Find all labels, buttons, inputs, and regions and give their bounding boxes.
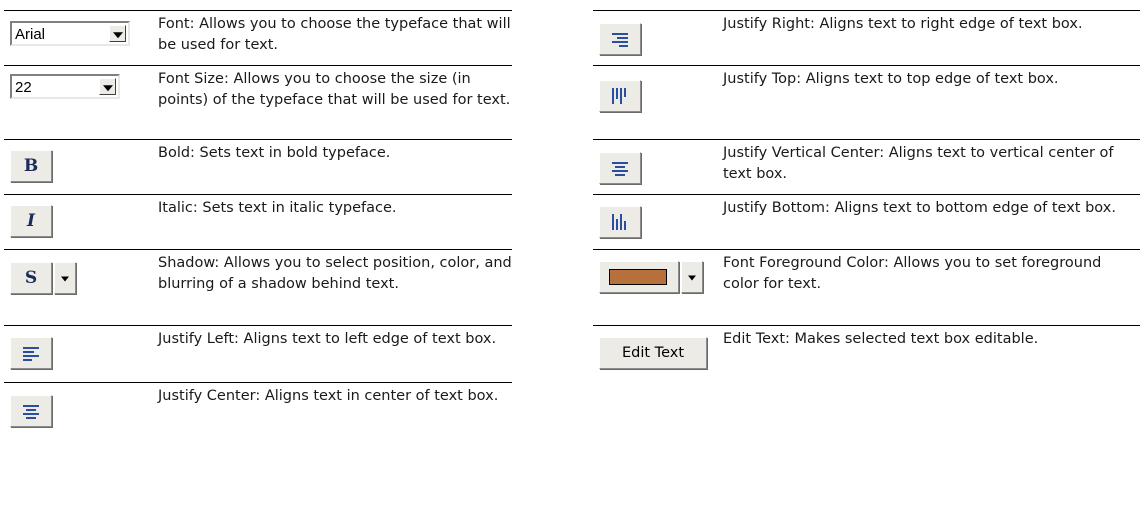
row-justify-top: Justify Top: Aligns text to top edge of … [593,66,1140,140]
justify-right-description: Justify Right: Aligns text to right edge… [723,16,1083,32]
font-foreground-color-button[interactable] [599,261,679,293]
font-foreground-color-description: Font Foreground Color: Allows you to set… [723,255,1102,292]
chevron-down-icon [112,31,123,38]
row-font: Arial Font: Allows you to choose the typ… [4,11,512,66]
shadow-button[interactable]: S [10,262,52,294]
justify-bottom-button[interactable] [599,206,641,238]
font-combo[interactable]: Arial [10,21,130,46]
left-column: Arial Font: Allows you to choose the typ… [4,10,512,445]
justify-top-description: Justify Top: Aligns text to top edge of … [723,71,1059,87]
justify-right-button[interactable] [599,23,641,55]
justify-top-button[interactable] [599,80,641,112]
chevron-down-icon [61,276,69,282]
font-size-combo-value: 22 [15,79,32,96]
bold-button[interactable]: B [10,150,52,182]
font-description: Font: Allows you to choose the typeface … [158,16,511,53]
justify-center-icon [23,405,39,419]
edit-text-button[interactable]: Edit Text [599,337,707,369]
edit-text-description: Edit Text: Makes selected text box edita… [723,331,1039,347]
justify-bottom-icon [612,214,626,230]
justify-bottom-description: Justify Bottom: Aligns text to bottom ed… [723,200,1116,216]
justify-left-description: Justify Left: Aligns text to left edge o… [158,331,497,347]
shadow-icon: S [24,268,38,288]
chevron-down-icon [102,84,113,91]
row-justify-vertical-center: Justify Vertical Center: Aligns text to … [593,140,1140,195]
row-italic: I Italic: Sets text in italic typeface. [4,195,512,250]
font-size-combo[interactable]: 22 [10,74,120,99]
font-combo-value: Arial [15,26,46,43]
italic-description: Italic: Sets text in italic typeface. [158,200,397,216]
italic-button[interactable]: I [10,205,52,237]
row-edit-text: Edit Text Edit Text: Makes selected text… [593,326,1140,383]
justify-vertical-center-icon [612,162,628,176]
color-swatch-icon [609,269,667,285]
row-justify-right: Justify Right: Aligns text to right edge… [593,11,1140,66]
shadow-description: Shadow: Allows you to select position, c… [158,255,512,292]
justify-left-icon [23,347,39,361]
justify-vertical-center-button[interactable] [599,152,641,184]
italic-icon: I [27,211,35,231]
shadow-dropdown-button[interactable] [54,262,76,294]
font-foreground-color-dropdown-button[interactable] [681,261,703,293]
justify-right-icon [612,33,628,47]
row-justify-bottom: Justify Bottom: Aligns text to bottom ed… [593,195,1140,250]
justify-top-icon [612,88,626,104]
bold-description: Bold: Sets text in bold typeface. [158,145,391,161]
row-justify-left: Justify Left: Aligns text to left edge o… [4,326,512,383]
justify-left-button[interactable] [10,337,52,369]
chevron-down-icon [688,275,696,281]
edit-text-button-label: Edit Text [621,345,684,361]
row-bold: B Bold: Sets text in bold typeface. [4,140,512,195]
right-column: Justify Right: Aligns text to right edge… [593,10,1140,383]
row-shadow: S Shadow: Allows you to select position,… [4,250,512,326]
bold-icon: B [23,156,39,176]
font-combo-dropdown-button[interactable] [109,25,126,42]
justify-center-button[interactable] [10,395,52,427]
justify-vertical-center-description: Justify Vertical Center: Aligns text to … [723,145,1114,182]
row-font-size: 22 Font Size: Allows you to choose the s… [4,66,512,140]
font-size-description: Font Size: Allows you to choose the size… [158,71,511,108]
row-font-foreground-color: Font Foreground Color: Allows you to set… [593,250,1140,326]
justify-center-description: Justify Center: Aligns text in center of… [158,388,499,404]
row-justify-center: Justify Center: Aligns text in center of… [4,383,512,445]
font-size-combo-dropdown-button[interactable] [99,78,116,95]
